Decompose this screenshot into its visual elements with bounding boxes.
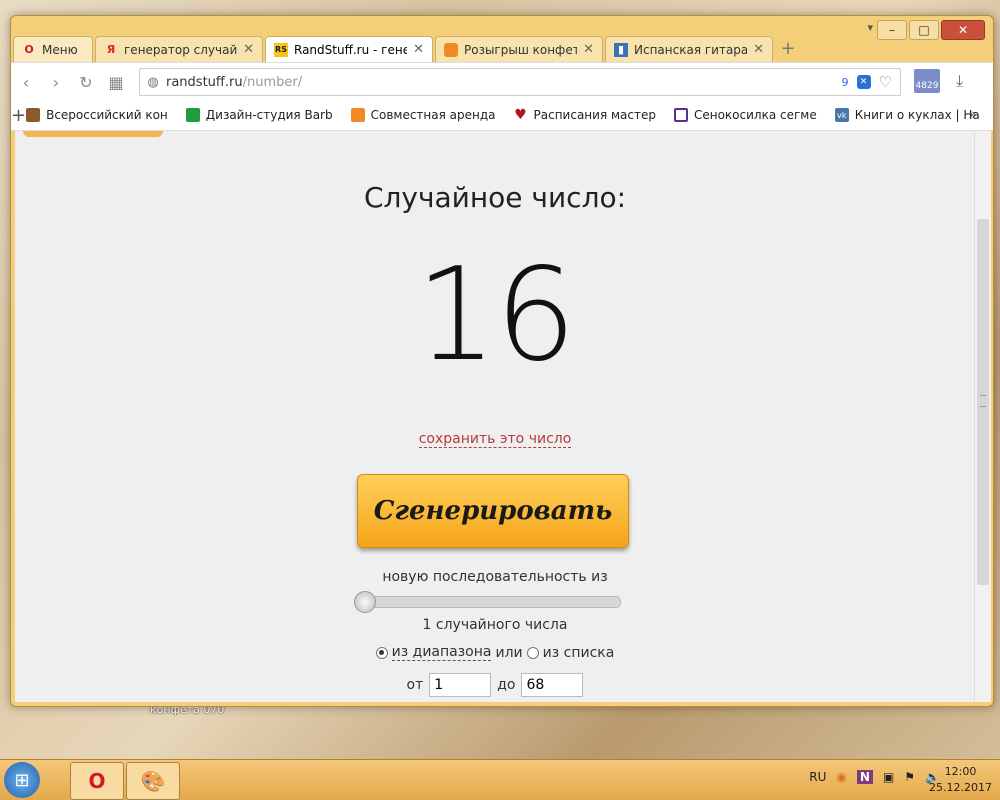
heart-icon[interactable]: ♡ [879, 73, 892, 91]
chart-icon: ▮ [614, 42, 628, 57]
clock-time: 12:00 [944, 765, 977, 778]
close-tab-icon[interactable]: ✕ [583, 42, 594, 57]
tab-label: Испанская гитара - Gi [634, 42, 748, 57]
tab-guitar[interactable]: ▮ Испанская гитара - Gi ✕ [605, 36, 773, 62]
address-bar: ‹ › ↻ ▦ ◍ randstuff.ru/number/ 9 ✕ ♡ 482… [11, 62, 993, 101]
list-radio[interactable] [526, 646, 539, 659]
mode-selector: из диапазона или из списка [15, 644, 975, 661]
system-tray: RU ◉ N ▣ ⚑ 🔈 [809, 770, 940, 784]
page-content: Случайное число: 16 сохранить это число … [15, 131, 975, 702]
windows-start-icon[interactable]: ⊞ [4, 762, 40, 798]
url-actions: 9 ✕ ♡ [842, 73, 892, 91]
url-field[interactable]: ◍ randstuff.ru/number/ 9 ✕ ♡ [139, 68, 901, 96]
count-label: 1 случайного числа [422, 617, 568, 633]
tab-label: Розыгрыш конфетки [464, 42, 577, 57]
flag-icon[interactable]: ⚑ [904, 770, 915, 784]
bookmark-item[interactable]: ♥ Расписания мастер [514, 107, 656, 123]
slider-handle[interactable] [354, 591, 376, 613]
yandex-icon: Я [106, 43, 116, 56]
url-path: /number/ [242, 74, 303, 90]
speed-dial-icon[interactable]: ▦ [101, 73, 131, 92]
page-title: Случайное число: [363, 181, 627, 214]
bookmark-item[interactable]: vk Книги о куклах | На [834, 108, 980, 122]
bookmark-item[interactable]: Сенокосилка сегме [673, 108, 817, 122]
sequence-label: новую последовательность из [382, 569, 608, 585]
bookmark-label: Сенокосилка сегме [693, 108, 817, 122]
paint-taskbar-icon[interactable]: 🎨 [126, 762, 180, 800]
tray-app-icon[interactable]: ◉ [836, 770, 846, 784]
bookmark-item[interactable]: Всероссийский кон [26, 108, 168, 122]
network-icon[interactable]: ▣ [883, 770, 894, 784]
bookmark-label: Дизайн-студия Barb [205, 108, 333, 122]
tab-yandex[interactable]: Я генератор случайных ✕ [95, 36, 263, 62]
bookmark-label: Расписания мастер [533, 108, 656, 122]
tab-menu-icon[interactable]: ▾ [867, 21, 873, 34]
generate-button[interactable]: Сгенерировать [357, 474, 629, 548]
to-label: до [497, 677, 516, 693]
bookmark-icon [673, 108, 688, 122]
more-bookmarks-icon[interactable]: » [968, 107, 977, 123]
bookmark-icon [185, 108, 200, 122]
list-mode-label[interactable]: из списка [543, 645, 615, 661]
opera-icon: O [24, 43, 34, 56]
count-slider[interactable] [354, 591, 621, 613]
add-bookmark-icon[interactable]: + [11, 105, 26, 126]
forward-icon[interactable]: › [41, 73, 71, 92]
bookmark-item[interactable]: Совместная аренда [350, 108, 496, 122]
page-scrollbar[interactable] [974, 131, 991, 702]
vk-icon: vk [834, 108, 849, 122]
clock[interactable]: 12:00 25.12.2017 [929, 764, 992, 796]
scroll-grip-icon [980, 395, 986, 407]
to-input[interactable] [521, 673, 584, 697]
range-inputs: от до [15, 673, 975, 697]
scrollbar-thumb[interactable] [977, 219, 989, 585]
url-host: randstuff.ru [166, 74, 243, 90]
random-number: 16 [415, 241, 577, 390]
globe-icon: ◍ [147, 74, 159, 90]
clock-date: 25.12.2017 [929, 781, 992, 794]
download-icon[interactable]: ⤓ [956, 71, 963, 91]
language-indicator[interactable]: RU [809, 770, 826, 784]
orange-icon [444, 42, 458, 57]
save-number-link[interactable]: сохранить это число [418, 431, 572, 448]
opera-taskbar-icon[interactable]: O [70, 762, 124, 800]
tab-giveaway[interactable]: Розыгрыш конфетки ✕ [435, 36, 603, 62]
bookmark-icon [26, 108, 41, 122]
tab-label: RandStuff.ru - генерато [294, 42, 407, 57]
heart-bookmark-icon: ♥ [514, 107, 527, 123]
bookmark-label: Книги о куклах | На [854, 108, 980, 122]
browser-window: ▾ – □ ✕ O Меню Я генератор случайных ✕ R… [10, 15, 994, 707]
range-mode-label[interactable]: из диапазона [391, 644, 492, 661]
new-tab-icon[interactable]: + [775, 34, 801, 62]
from-label: от [406, 677, 424, 693]
bookmark-icon [350, 108, 365, 122]
bookmark-item[interactable]: Дизайн-студия Barb [185, 108, 333, 122]
close-tab-icon[interactable]: ✕ [243, 42, 254, 57]
mode-or-label: или [495, 644, 523, 661]
tab-randstuff[interactable]: RS RandStuff.ru - генерато ✕ [265, 36, 433, 62]
mail-count: 4829 [915, 81, 939, 91]
bookmark-label: Всероссийский кон [46, 108, 168, 122]
bookmark-label: Совместная аренда [370, 108, 496, 122]
close-tab-icon[interactable]: ✕ [413, 42, 424, 57]
adblock-count: 9 [841, 75, 849, 89]
tab-label: генератор случайных [124, 42, 238, 57]
header-stub [23, 131, 163, 137]
reload-icon[interactable]: ↻ [71, 73, 101, 92]
range-radio[interactable] [375, 646, 388, 659]
bookmarks-bar: + Всероссийский кон Дизайн-студия Barb С… [11, 100, 993, 131]
tab-label: Меню [42, 42, 78, 57]
back-icon[interactable]: ‹ [11, 73, 41, 92]
opera-menu-button[interactable]: O Меню [13, 36, 93, 62]
tab-strip: O Меню Я генератор случайных ✕ RS RandSt… [11, 34, 993, 62]
save-number-link-wrap: сохранить это число [15, 431, 975, 448]
taskbar: ⊞ O 🎨 RU ◉ N ▣ ⚑ 🔈 12:00 25.12.2017 [0, 759, 1000, 800]
close-tab-icon[interactable]: ✕ [753, 42, 764, 57]
shield-icon[interactable]: ✕ [856, 75, 871, 89]
randstuff-icon: RS [274, 42, 288, 57]
mail-icon[interactable]: 4829 [914, 69, 940, 93]
onenote-icon[interactable]: N [856, 770, 873, 784]
from-input[interactable] [429, 673, 492, 697]
